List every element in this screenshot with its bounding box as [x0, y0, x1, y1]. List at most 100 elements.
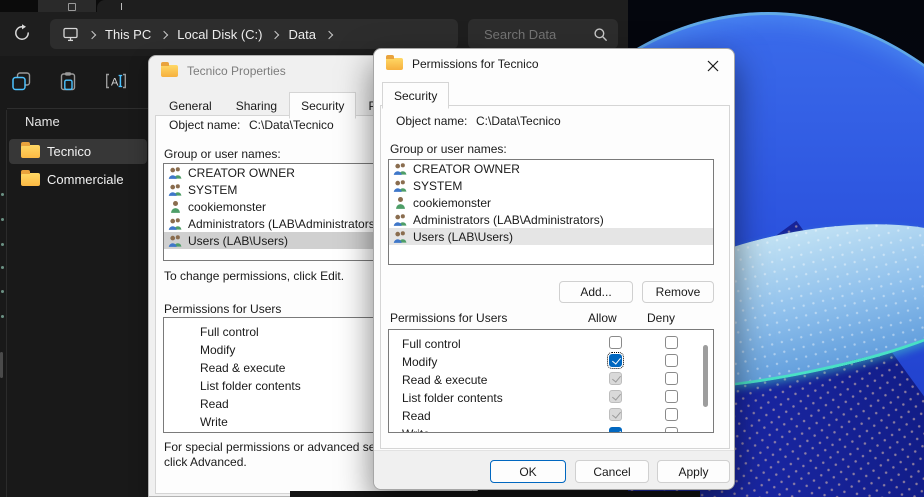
group-name: CREATOR OWNER — [188, 166, 295, 180]
group-name: CREATOR OWNER — [413, 162, 520, 176]
group-row[interactable]: Administrators (LAB\Administrators) — [389, 211, 713, 228]
nav-tree-dot — [1, 315, 4, 318]
search-icon — [593, 27, 608, 42]
nav-pane-divider — [6, 110, 7, 497]
tab-security[interactable]: Security — [289, 92, 356, 119]
folder-icon — [21, 173, 40, 186]
list-scrollbar-thumb[interactable] — [703, 345, 708, 407]
nav-tree-dot — [1, 266, 4, 269]
deny-checkbox-write[interactable] — [665, 427, 678, 433]
close-button[interactable] — [702, 57, 724, 75]
nav-tree-dot — [1, 218, 4, 221]
folder-icon — [386, 58, 403, 70]
allow-checkbox-read-execute[interactable] — [609, 372, 622, 385]
breadcrumb-item-this-pc[interactable]: This PC — [105, 27, 151, 42]
permissions-label: Permissions for Users — [390, 311, 507, 325]
permissions-checkbox-list: Full control Modify Read & execute List … — [388, 329, 714, 433]
tab-icon — [68, 3, 76, 11]
allow-checkbox-modify[interactable] — [609, 354, 622, 367]
allow-header: Allow — [588, 311, 617, 325]
permission-label: Write — [200, 415, 228, 429]
tab-security[interactable]: Security — [382, 82, 449, 109]
permission-label: Modify — [402, 355, 437, 369]
add-button[interactable]: Add... — [559, 281, 633, 303]
permissions-dialog: Permissions for Tecnico Security Object … — [373, 48, 735, 490]
permission-label: Modify — [200, 343, 235, 357]
nav-scrollbar-thumb[interactable] — [0, 352, 3, 378]
permissions-tabs: Security — [382, 82, 449, 109]
deny-checkbox-list-folder[interactable] — [665, 390, 678, 403]
nav-tree-dot — [1, 243, 4, 246]
allow-checkbox-list-folder[interactable] — [609, 390, 622, 403]
nav-tree-dot — [1, 290, 4, 293]
group-name: SYSTEM — [188, 183, 237, 197]
group-name: cookiemonster — [413, 196, 491, 210]
rename-button[interactable]: A — [103, 68, 129, 94]
properties-dialog-titlebar[interactable]: Tecnico Properties — [161, 64, 286, 78]
deny-checkbox-full-control[interactable] — [665, 336, 678, 349]
group-name: Users (LAB\Users) — [413, 230, 513, 244]
advanced-hint-line2: click Advanced. — [164, 455, 247, 469]
group-row[interactable]: CREATOR OWNER — [389, 160, 713, 177]
group-icon — [393, 213, 408, 226]
group-name: Administrators (LAB\Administrators) — [188, 217, 379, 231]
paste-button[interactable] — [55, 68, 81, 94]
allow-checkbox-full-control[interactable] — [609, 336, 622, 349]
search-input[interactable] — [482, 26, 593, 43]
breadcrumb-item-local-disk[interactable]: Local Disk (C:) — [177, 27, 262, 42]
this-pc-icon — [62, 27, 79, 42]
file-row-tecnico[interactable]: Tecnico — [9, 139, 147, 164]
nav-tree-dot — [1, 193, 4, 196]
screen: This PC Local Disk (C:) Data — [0, 0, 924, 497]
explorer-tab-strip — [0, 0, 628, 12]
folder-icon — [21, 145, 40, 158]
group-listbox: CREATOR OWNER SYSTEM cookiemonster — [388, 159, 714, 265]
object-name-value: C:\Data\Tecnico — [476, 114, 561, 128]
permissions-dialog-titlebar[interactable]: Permissions for Tecnico — [386, 57, 539, 71]
breadcrumb: This PC Local Disk (C:) Data — [50, 19, 458, 49]
edit-hint: To change permissions, click Edit. — [164, 269, 344, 283]
ok-button[interactable]: OK — [490, 460, 566, 483]
svg-text:A: A — [111, 77, 119, 89]
rename-icon: A — [104, 71, 128, 91]
object-name-label: Object name: — [396, 114, 467, 128]
chevron-right-icon — [325, 30, 333, 38]
advanced-hint-line1: For special permissions or advanced sett… — [164, 440, 407, 454]
file-row-commerciale[interactable]: Commerciale — [9, 167, 147, 192]
deny-checkbox-read-execute[interactable] — [665, 372, 678, 385]
group-name: Users (LAB\Users) — [188, 234, 288, 248]
deny-header: Deny — [647, 311, 675, 325]
permission-label: Read — [200, 397, 229, 411]
deny-checkbox-read[interactable] — [665, 408, 678, 421]
copy-button[interactable] — [8, 68, 34, 94]
allow-checkbox-read[interactable] — [609, 408, 622, 421]
permission-label: Read — [402, 409, 431, 423]
group-list-label: Group or user names: — [390, 142, 507, 156]
properties-dialog-title: Tecnico Properties — [187, 64, 286, 78]
group-icon — [168, 166, 183, 179]
permissions-dialog-title: Permissions for Tecnico — [412, 57, 539, 71]
explorer-tab-fragment[interactable] — [38, 0, 96, 12]
group-row[interactable]: SYSTEM — [389, 177, 713, 194]
object-name-value: C:\Data\Tecnico — [249, 118, 334, 132]
file-name: Tecnico — [47, 144, 91, 159]
allow-checkbox-write[interactable] — [609, 427, 622, 433]
permission-label: Read & execute — [200, 361, 285, 375]
breadcrumb-item-data[interactable]: Data — [288, 27, 315, 42]
deny-checkbox-modify[interactable] — [665, 354, 678, 367]
group-icon — [168, 183, 183, 196]
paste-icon — [58, 71, 78, 92]
apply-button[interactable]: Apply — [657, 460, 730, 483]
group-row-selected[interactable]: Users (LAB\Users) — [389, 228, 713, 245]
dialog-button-strip: OK Cancel Apply — [374, 450, 734, 489]
column-header-name[interactable]: Name — [25, 114, 60, 129]
refresh-button[interactable] — [12, 23, 34, 45]
refresh-icon — [12, 23, 32, 43]
cancel-button[interactable]: Cancel — [575, 460, 649, 483]
folder-icon — [161, 65, 178, 77]
group-row[interactable]: cookiemonster — [389, 194, 713, 211]
permission-label: List folder contents — [402, 391, 503, 405]
remove-button[interactable]: Remove — [642, 281, 714, 303]
user-icon — [393, 196, 408, 209]
group-icon — [393, 179, 408, 192]
